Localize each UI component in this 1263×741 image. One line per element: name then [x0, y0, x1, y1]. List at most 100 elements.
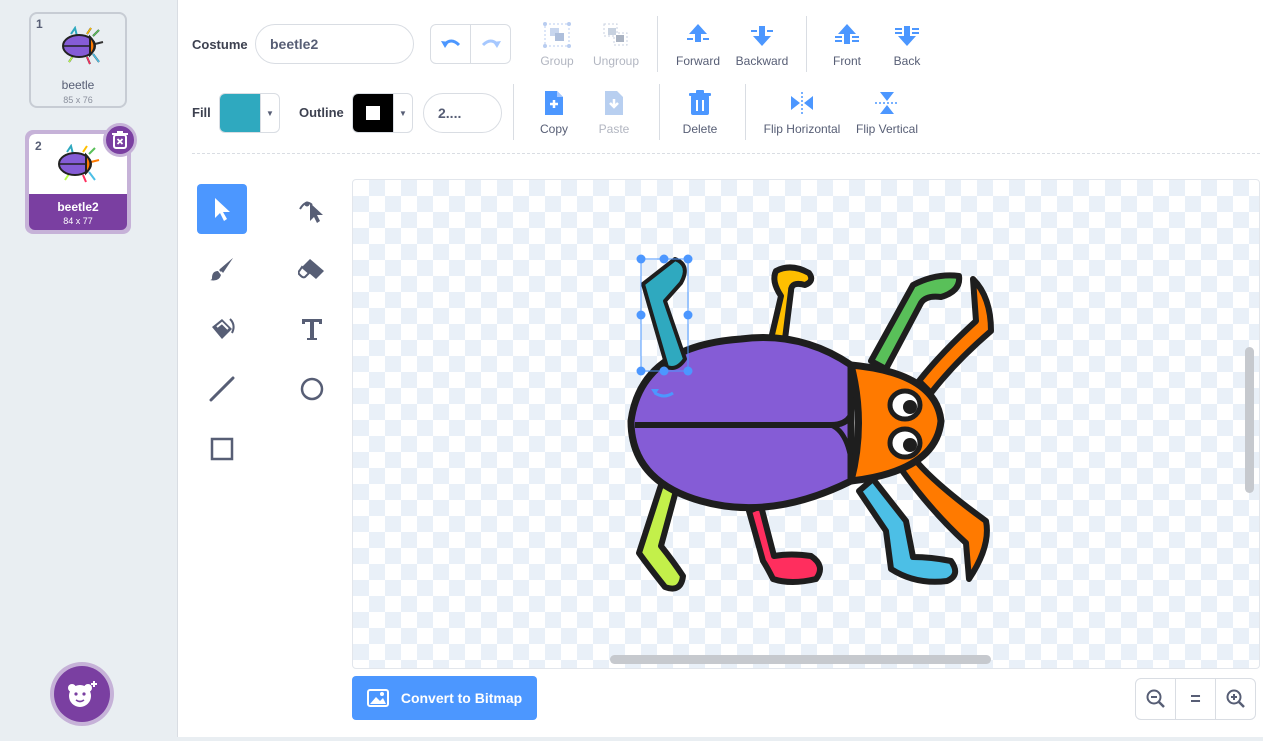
convert-to-bitmap-button[interactable]: Convert to Bitmap — [352, 676, 537, 720]
paste-label: Paste — [598, 122, 630, 136]
backward-button[interactable]: Backward — [733, 22, 791, 68]
zoom-out-button[interactable] — [1136, 679, 1175, 719]
flip-horizontal-icon — [791, 92, 813, 114]
paint-bucket-icon — [212, 318, 235, 339]
text-icon — [302, 319, 322, 340]
costume-list: 1 beetle 85 x 76 2 beetle2 84 x 77 — [0, 0, 178, 737]
costume-bear-icon — [68, 681, 97, 707]
outline-label: Outline — [299, 105, 344, 120]
image-icon — [366, 689, 389, 707]
forward-label: Forward — [675, 54, 720, 68]
undo-button[interactable] — [431, 25, 471, 63]
beetle-drawing[interactable] — [353, 180, 1260, 669]
toolbar-divider-dashed — [192, 153, 1260, 154]
rectangle-tool[interactable] — [197, 424, 247, 474]
redo-icon — [481, 39, 501, 48]
zoom-in-icon — [1226, 689, 1245, 708]
zoom-out-icon — [1146, 689, 1165, 708]
vertical-scrollbar[interactable] — [1245, 347, 1254, 493]
front-label: Front — [832, 54, 861, 68]
costume-number: 2 — [35, 139, 42, 153]
select-tool[interactable] — [197, 184, 247, 234]
choose-costume-core — [54, 666, 110, 722]
front-button[interactable]: Front — [827, 22, 867, 68]
backward-icon — [751, 26, 773, 46]
reshape-tool[interactable] — [287, 184, 337, 234]
paste-button[interactable]: Paste — [594, 90, 634, 136]
bottom-border — [0, 737, 1263, 741]
front-icon — [835, 24, 859, 44]
costume-name: beetle2 — [57, 200, 99, 214]
undo-icon — [440, 39, 460, 48]
arrow-pointer-icon — [215, 198, 230, 221]
delete-button[interactable]: Delete — [679, 90, 721, 136]
brush-icon — [210, 258, 233, 281]
ungroup-icon — [603, 23, 628, 46]
group-label: Group — [540, 54, 574, 68]
flip-vertical-icon — [875, 92, 899, 114]
flip-horizontal-button[interactable]: Flip Horizontal — [760, 90, 844, 136]
copy-button[interactable]: Copy — [534, 90, 574, 136]
copy-icon — [545, 91, 563, 115]
brush-tool[interactable] — [197, 244, 247, 294]
beetle-thumbnail — [62, 26, 104, 65]
costume-name-input[interactable] — [255, 24, 414, 64]
flip-vertical-label: Flip Vertical — [855, 122, 919, 136]
ungroup-label: Ungroup — [592, 54, 640, 68]
line-icon — [209, 376, 235, 402]
back-label: Back — [893, 54, 921, 68]
toolbar-divider — [659, 84, 660, 140]
costume-name: beetle — [61, 78, 95, 92]
costume-number: 1 — [36, 17, 43, 31]
zoom-in-button[interactable] — [1215, 679, 1255, 719]
costume-tile-1[interactable]: 1 beetle 85 x 76 — [29, 12, 127, 108]
trash-icon — [689, 90, 711, 115]
toolbar-divider — [806, 16, 807, 72]
paint-canvas[interactable] — [352, 179, 1260, 669]
forward-icon — [687, 24, 709, 42]
paste-icon — [605, 91, 623, 115]
undo-redo-group — [430, 24, 511, 64]
redo-button[interactable] — [471, 25, 510, 63]
back-icon — [895, 26, 919, 46]
beetle-thumbnail — [58, 144, 100, 183]
caret-down-icon: ▼ — [393, 94, 412, 132]
fill-color-picker[interactable]: ▼ — [219, 93, 280, 133]
backward-label: Backward — [735, 54, 789, 68]
caret-down-icon: ▼ — [260, 94, 279, 132]
zoom-controls: = — [1135, 678, 1256, 720]
costume-size: 85 x 76 — [63, 95, 93, 105]
fill-color-swatch — [220, 94, 260, 132]
eraser-tool[interactable] — [287, 244, 337, 294]
forward-button[interactable]: Forward — [673, 22, 723, 68]
outline-color-picker[interactable]: ▼ — [352, 93, 413, 133]
ungroup-button[interactable]: Ungroup — [590, 22, 642, 68]
flip-horizontal-label: Flip Horizontal — [763, 122, 841, 136]
zoom-reset-button[interactable]: = — [1175, 679, 1215, 719]
back-button[interactable]: Back — [887, 22, 927, 68]
line-tool[interactable] — [197, 364, 247, 414]
outline-width-input[interactable] — [423, 93, 502, 133]
flip-vertical-button[interactable]: Flip Vertical — [853, 90, 921, 136]
rectangle-icon — [210, 437, 234, 461]
delete-costume-button[interactable] — [103, 123, 137, 157]
circle-tool[interactable] — [287, 364, 337, 414]
group-icon — [543, 22, 571, 48]
costume-label: Costume — [192, 37, 248, 52]
fill-label: Fill — [192, 105, 211, 120]
outline-color-swatch — [353, 94, 393, 132]
horizontal-scrollbar[interactable] — [610, 655, 991, 664]
reshape-pointer-icon — [299, 201, 323, 223]
convert-label: Convert to Bitmap — [400, 690, 523, 706]
costume-size: 84 x 77 — [63, 216, 93, 226]
toolbar-divider — [745, 84, 746, 140]
circle-icon — [300, 377, 324, 401]
text-tool[interactable] — [287, 304, 337, 354]
eraser-icon — [298, 259, 324, 279]
fill-tool[interactable] — [197, 304, 247, 354]
choose-costume-button[interactable] — [50, 662, 114, 726]
copy-label: Copy — [539, 122, 568, 136]
delete-label: Delete — [682, 122, 718, 136]
trash-icon — [112, 131, 128, 149]
group-button[interactable]: Group — [537, 22, 577, 68]
